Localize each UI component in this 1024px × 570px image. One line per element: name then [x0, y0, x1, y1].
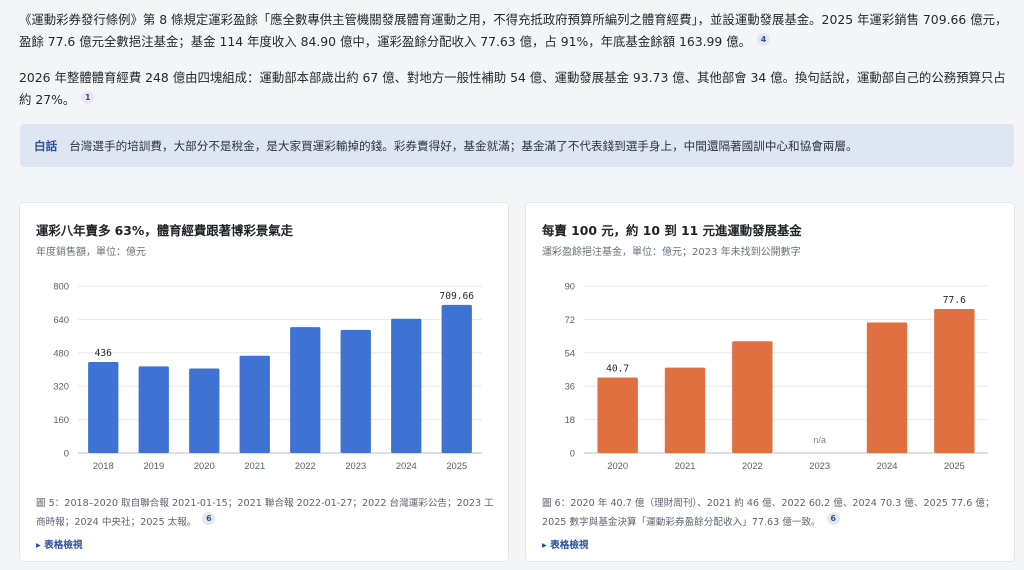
fund-bar-chart: 0 18 36 54 72 90 40.7 2020 2021 2022 n/a 2023 2024 77…: [565, 281, 988, 471]
table-view-toggle[interactable]: ▸ 表格檢視: [542, 537, 589, 551]
intro-paragraph-2: 2026 年整體體育經費 248 億由四塊組成：運動部本部歲出約 67 億、對地…: [19, 67, 1009, 111]
chart-source-note-text: 圖 6：2020 年 40.7 億（理財周刊）、2021 約 46 億、2022…: [542, 498, 995, 528]
bar-2021: [239, 355, 270, 453]
x-tick-label: 2020: [607, 460, 628, 471]
intro-paragraph-1: 《運動彩券發行條例》第 8 條規定運彩盈餘「應全數專供主管機關發展體育運動之用，…: [19, 9, 1009, 53]
chart-subtitle: 運彩盈餘挹注基金，單位：億元；2023 年未找到公開數字: [542, 247, 801, 258]
data-label-2025: 77.6: [943, 295, 966, 306]
x-tick-label: 2023: [809, 460, 830, 471]
bar-2019: [138, 366, 169, 453]
table-view-toggle[interactable]: ▸ 表格檢視: [36, 537, 83, 551]
x-tick-label: 2025: [446, 460, 467, 471]
bar-2021: [664, 367, 706, 453]
x-tick-label: 2019: [143, 460, 164, 471]
x-tick-label: 2022: [295, 460, 316, 471]
citation-ref[interactable]: 6: [202, 512, 216, 525]
y-tick-label: 0: [64, 448, 69, 459]
chart-source-note: 圖 5：2018–2020 取自聯合報 2021-01-15；2021 聯合報 …: [36, 495, 496, 531]
plain-language-text: 台灣選手的培訓費，大部分不是稅金，是大家買運彩輸掉的錢。彩券賣得好，基金就滿；基…: [69, 138, 858, 153]
y-tick-label: 90: [565, 281, 575, 292]
y-tick-label: 640: [53, 314, 69, 325]
x-tick-label: 2018: [93, 460, 114, 471]
data-label-2020: 40.7: [606, 363, 629, 374]
bar-2024: [866, 322, 908, 453]
x-tick-label: 2024: [396, 460, 417, 471]
chart-title: 運彩八年賣多 63%，體育經費跟著博彩景氣走: [36, 223, 294, 238]
data-label-2018: 436: [95, 348, 113, 359]
y-tick-label: 18: [565, 414, 575, 425]
bar-2018: [88, 361, 119, 453]
x-tick-label: 2023: [345, 460, 366, 471]
bar-2020: [597, 377, 638, 453]
y-tick-label: 72: [565, 314, 575, 325]
citation-ref[interactable]: 4: [757, 33, 771, 46]
chart-title: 每賣 100 元，約 10 到 11 元進運動發展基金: [542, 223, 802, 238]
y-tick-label: 54: [565, 347, 575, 358]
y-tick-label: 36: [565, 381, 575, 392]
x-tick-label: 2024: [877, 460, 898, 471]
bar-2025: [934, 309, 975, 453]
bar-2025: [441, 304, 472, 453]
bar-2024: [391, 318, 422, 453]
x-tick-label: 2021: [675, 460, 696, 471]
bar-2022: [732, 341, 773, 453]
data-label-2023: n/a: [813, 435, 826, 445]
bar-2022: [290, 327, 321, 453]
plain-language-tag: 白話: [34, 138, 58, 153]
chart-source-note-text: 圖 5：2018–2020 取自聯合報 2021-01-15；2021 聯合報 …: [36, 498, 494, 528]
x-tick-label: 2020: [194, 460, 215, 471]
x-tick-label: 2021: [244, 460, 265, 471]
chart-subtitle: 年度銷售額，單位：億元: [36, 247, 146, 258]
y-tick-label: 160: [53, 414, 69, 425]
plain-language-callout: 白話 台灣選手的培訓費，大部分不是稅金，是大家買運彩輸掉的錢。彩券賣得好，基金就…: [20, 124, 1014, 167]
y-tick-label: 320: [53, 381, 69, 392]
x-tick-label: 2025: [944, 460, 965, 471]
y-tick-label: 800: [53, 281, 69, 292]
intro-paragraph-2-text: 2026 年整體體育經費 248 億由四塊組成：運動部本部歲出約 67 億、對地…: [19, 70, 1006, 107]
chart-card-fund: 每賣 100 元，約 10 到 11 元進運動發展基金 運彩盈餘挹注基金，單位：…: [525, 202, 1015, 562]
citation-ref[interactable]: 1: [81, 91, 95, 104]
y-tick-label: 480: [53, 347, 69, 358]
sales-bar-chart: 0 160 320 480 640 800 436 2018 2019 2020 2021 2022 2…: [53, 281, 482, 471]
data-label-2025: 709.66: [439, 291, 474, 302]
x-tick-label: 2022: [742, 460, 763, 471]
chart-source-note: 圖 6：2020 年 40.7 億（理財周刊）、2021 約 46 億、2022…: [542, 495, 1002, 531]
bar-2023: [340, 329, 371, 453]
bar-2020: [189, 368, 220, 453]
y-tick-label: 0: [570, 448, 575, 459]
chart-card-sales: 運彩八年賣多 63%，體育經費跟著博彩景氣走 年度銷售額，單位：億元 0 160 3…: [19, 202, 509, 562]
citation-ref[interactable]: 6: [826, 512, 840, 525]
intro-paragraph-1-text: 《運動彩券發行條例》第 8 條規定運彩盈餘「應全數專供主管機關發展體育運動之用，…: [19, 12, 1008, 49]
